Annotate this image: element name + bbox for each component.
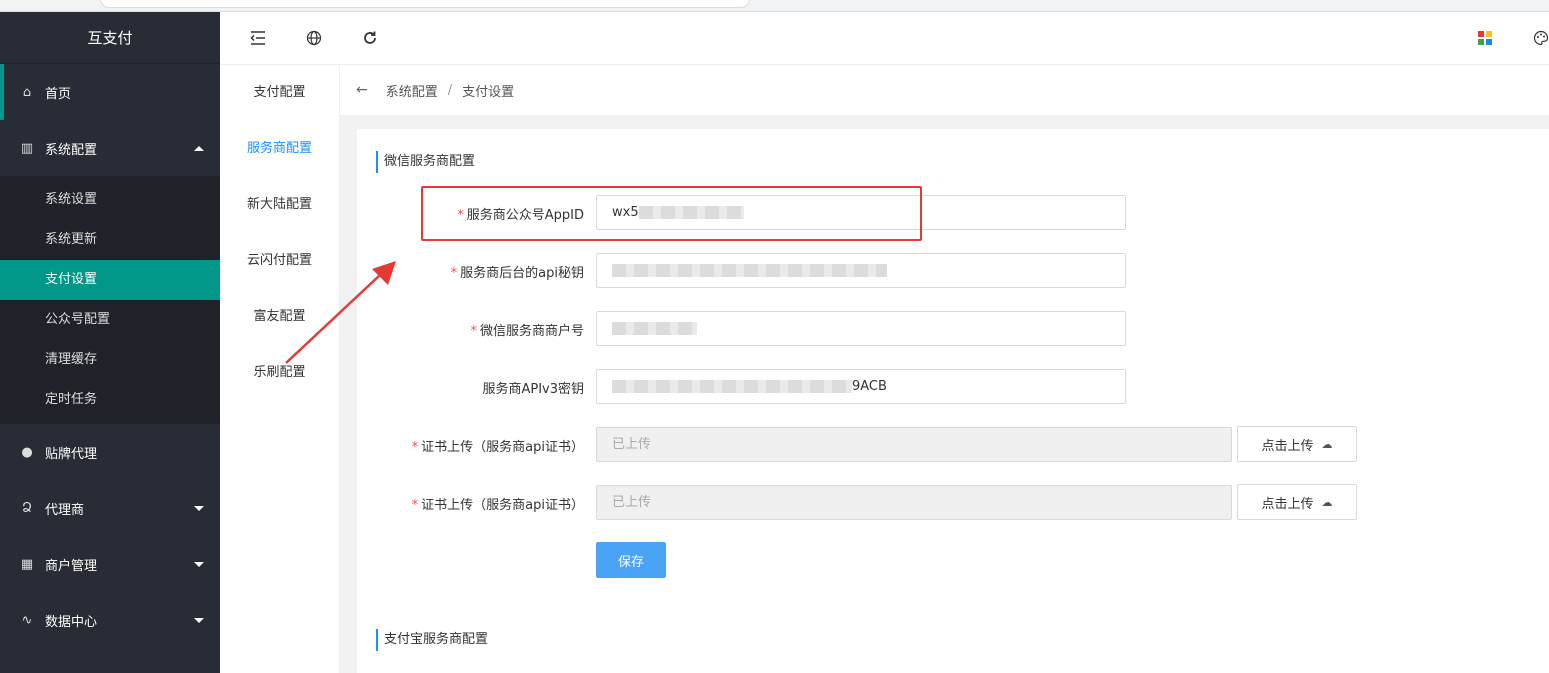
merchant-no-input[interactable]	[596, 311, 1126, 346]
apiv3-input[interactable]: 9ACB	[596, 369, 1126, 404]
caret-down-icon	[194, 562, 204, 567]
cert1-upload-button[interactable]: 点击上传 ☁	[1237, 426, 1357, 462]
save-button[interactable]: 保存	[596, 542, 666, 578]
system-config-submenu: 系统设置 系统更新 支付设置 公众号配置 清理缓存 定时任务	[0, 176, 220, 424]
sidebar-item-data-center[interactable]: ∿ 数据中心	[0, 592, 220, 648]
annotation-arrow-icon	[285, 261, 396, 364]
submenu-item-official-account[interactable]: 公众号配置	[0, 300, 220, 340]
sidebar-item-label: 贴牌代理	[45, 446, 98, 462]
cert2-label: * 证书上传（服务商api证书）	[411, 498, 584, 513]
cert1-input: 已上传	[596, 427, 1232, 462]
apiv3-label: 服务商APIv3密钥	[482, 382, 584, 397]
api-secret-input[interactable]	[596, 253, 1126, 288]
submenu-item-payment-settings[interactable]: 支付设置	[0, 260, 220, 300]
highlight-annotation	[421, 186, 922, 241]
sidebar-item-label: 数据中心	[45, 614, 98, 630]
submenu-item-clear-cache[interactable]: 清理缓存	[0, 340, 220, 380]
subnav-newland[interactable]: 新大陆配置	[220, 177, 339, 233]
person-outline-icon: Ձ	[22, 500, 32, 516]
sidebar-item-agent[interactable]: Ձ 代理商	[0, 480, 220, 536]
section-title-alipay: 支付宝服务商配置	[376, 629, 488, 651]
sidebar-item-home[interactable]: ⌂ 首页	[0, 64, 220, 120]
sidebar-item-label: 首页	[45, 86, 72, 102]
caret-down-icon	[194, 618, 204, 623]
sidebar-item-system-config[interactable]: ▥ 系统配置	[0, 120, 220, 176]
submenu-item-system-settings[interactable]: 系统设置	[0, 180, 220, 220]
subnav-payment-config[interactable]: 支付配置	[220, 65, 339, 121]
globe-icon[interactable]	[304, 28, 324, 48]
back-arrow-icon[interactable]: ←	[356, 82, 368, 98]
sidebar: 互支付 ⌂ 首页 ▥ 系统配置 系统设置 系统更新 支付设置 公众号配置 清理缓…	[0, 12, 220, 673]
sidebar-item-label: 系统配置	[45, 142, 98, 158]
sidebar-item-merchant[interactable]: ▦ 商户管理	[0, 536, 220, 592]
cloud-upload-icon: ☁	[1321, 495, 1333, 509]
collapse-menu-icon[interactable]	[248, 28, 268, 48]
user-icon: ●	[21, 444, 33, 460]
browser-chrome	[0, 0, 1549, 12]
address-bar[interactable]	[100, 0, 750, 8]
apps-icon[interactable]	[1475, 28, 1495, 48]
breadcrumb: ← 系统配置 / 支付设置	[340, 65, 1549, 115]
settings-grid-icon: ▥	[20, 140, 34, 156]
caret-down-icon	[194, 506, 204, 511]
breadcrumb-parent[interactable]: 系统配置	[386, 81, 438, 100]
breadcrumb-current: 支付设置	[462, 84, 515, 100]
caret-up-icon	[194, 146, 204, 151]
cert1-label: * 证书上传（服务商api证书）	[411, 440, 584, 455]
cert2-input: 已上传	[596, 485, 1232, 520]
cert2-upload-button[interactable]: 点击上传 ☁	[1237, 484, 1357, 520]
breadcrumb-separator: /	[447, 82, 453, 98]
palette-icon[interactable]	[1531, 28, 1549, 48]
brand-title: 互支付	[0, 12, 220, 64]
cloud-upload-icon: ☁	[1321, 437, 1333, 451]
submenu-item-system-update[interactable]: 系统更新	[0, 220, 220, 260]
pulse-icon: ∿	[21, 612, 33, 628]
subnav-service-provider[interactable]: 服务商配置	[220, 121, 339, 177]
sidebar-item-label: 商户管理	[45, 558, 98, 574]
top-toolbar	[220, 12, 1549, 65]
store-icon: ▦	[20, 556, 34, 572]
submenu-item-scheduled-tasks[interactable]: 定时任务	[0, 380, 220, 420]
sidebar-item-white-label-agent[interactable]: ● 贴牌代理	[0, 424, 220, 480]
section-title-wechat: 微信服务商配置	[376, 151, 475, 173]
home-icon: ⌂	[22, 84, 32, 100]
refresh-icon[interactable]	[360, 28, 380, 48]
sidebar-item-label: 代理商	[45, 502, 85, 518]
